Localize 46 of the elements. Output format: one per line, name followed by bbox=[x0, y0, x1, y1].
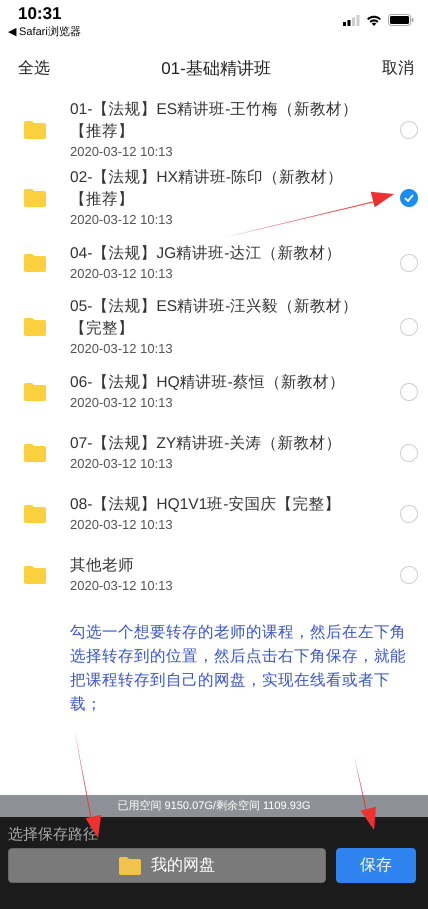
instruction-text: 勾选一个想要转存的老师的课程，然后在左下角选择转存到的位置，然后点击右下角保存，就能把课程转存到自己的网盘，实现在线看或者下载； bbox=[70, 623, 407, 715]
folder-icon bbox=[119, 856, 141, 874]
folder-name: 05-【法规】ES精讲班-汪兴毅（新教材）【完整】 bbox=[70, 297, 360, 339]
folder-name: 02-【法规】HX精讲班-陈印（新教材）【推荐】 bbox=[70, 168, 344, 210]
folder-name: 04-【法规】JG精讲班-达江（新教材） bbox=[70, 244, 342, 264]
page-title: 01-基础精讲班 bbox=[161, 58, 271, 80]
folder-name: 01-【法规】ES精讲班-王竹梅（新教材）【推荐】 bbox=[70, 100, 360, 142]
folder-icon bbox=[24, 318, 46, 336]
select-all-button[interactable]: 全选 bbox=[18, 58, 50, 78]
save-path-button[interactable]: 我的网盘 bbox=[8, 848, 326, 883]
folder-icon bbox=[24, 382, 46, 400]
folder-name: 其他老师 bbox=[70, 556, 135, 576]
folder-date: 2020-03-12 10:13 bbox=[70, 211, 174, 229]
folder-icon bbox=[24, 189, 46, 207]
selection-radio[interactable] bbox=[400, 382, 418, 400]
selection-radio[interactable] bbox=[400, 318, 418, 336]
back-to-app-link[interactable]: ◀ Safari浏览器 bbox=[8, 24, 81, 39]
folder-date: 2020-03-12 10:13 bbox=[70, 264, 174, 282]
status-time: 10:31 bbox=[18, 4, 62, 24]
cancel-button[interactable]: 取消 bbox=[382, 58, 414, 78]
folder-date: 2020-03-12 10:13 bbox=[70, 394, 174, 412]
folder-date: 2020-03-12 10:13 bbox=[70, 340, 174, 358]
checkmark-icon bbox=[404, 194, 414, 202]
wifi-icon bbox=[366, 14, 382, 26]
selection-radio[interactable] bbox=[400, 444, 418, 462]
save-button[interactable]: 保存 bbox=[336, 848, 416, 883]
folder-icon bbox=[24, 504, 46, 522]
selection-radio[interactable] bbox=[400, 566, 418, 584]
folder-icon bbox=[24, 254, 46, 272]
storage-usage-bar: 已用空间 9150.07G/剩余空间 1109.93G bbox=[0, 795, 428, 817]
folder-icon bbox=[24, 121, 46, 139]
signal-icon bbox=[343, 14, 360, 26]
selection-radio[interactable] bbox=[400, 254, 418, 272]
selection-radio[interactable] bbox=[400, 189, 418, 207]
folder-name: 07-【法规】ZY精讲班-关涛（新教材） bbox=[70, 434, 342, 454]
folder-date: 2020-03-12 10:13 bbox=[70, 576, 174, 594]
folder-name: 08-【法规】HQ1V1班-安国庆【完整】 bbox=[70, 494, 342, 514]
folder-icon bbox=[24, 444, 46, 462]
folder-date: 2020-03-12 10:13 bbox=[70, 143, 174, 161]
selection-radio[interactable] bbox=[400, 121, 418, 139]
folder-name: 06-【法规】HQ精讲班-蔡恒（新教材） bbox=[70, 372, 346, 392]
folder-icon bbox=[24, 566, 46, 584]
battery-icon bbox=[388, 14, 414, 26]
selection-radio[interactable] bbox=[400, 504, 418, 522]
folder-date: 2020-03-12 10:13 bbox=[70, 516, 174, 534]
folder-date: 2020-03-12 10:13 bbox=[70, 454, 174, 472]
